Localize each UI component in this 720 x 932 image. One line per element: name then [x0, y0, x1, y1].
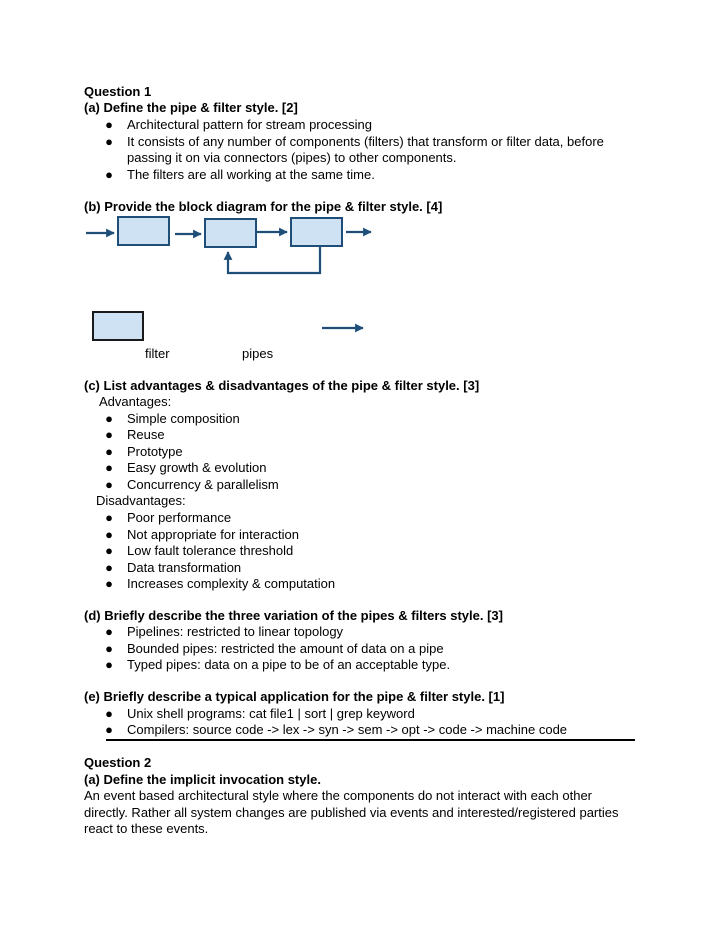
- list-item: Poor performance: [127, 510, 232, 525]
- list-item: Compilers: source code -> lex -> syn -> …: [127, 722, 568, 737]
- legend-filter-label: filter: [145, 346, 170, 361]
- list-item: Typed pipes: data on a pipe to be of an …: [127, 657, 451, 672]
- bullet-icon: ●: [105, 576, 113, 591]
- bullet-icon: ●: [105, 657, 113, 672]
- q2a-answer-line: directly. Rather all system changes are …: [84, 805, 619, 820]
- filter-box-1: [117, 216, 170, 246]
- list-item: Concurrency & parallelism: [127, 477, 279, 492]
- list-item: Pipelines: restricted to linear topology: [127, 624, 344, 639]
- q1d-heading: (d) Briefly describe the three variation…: [84, 608, 503, 623]
- bullet-icon: ●: [105, 427, 113, 442]
- list-item: Bounded pipes: restricted the amount of …: [127, 641, 444, 656]
- bullet-icon: ●: [105, 527, 113, 542]
- q2a-answer-line: An event based architectural style where…: [84, 788, 593, 803]
- bullet-icon: ●: [105, 460, 113, 475]
- bullet-icon: ●: [105, 543, 113, 558]
- bullet-icon: ●: [105, 641, 113, 656]
- advantages-label: Advantages:: [99, 394, 172, 409]
- bullet-icon: ●: [105, 624, 113, 639]
- list-item: Not appropriate for interaction: [127, 527, 299, 542]
- bullet-icon: ●: [105, 722, 113, 737]
- list-item: Increases complexity & computation: [127, 576, 336, 591]
- bullet-icon: ●: [105, 444, 113, 459]
- list-item: Prototype: [127, 444, 183, 459]
- q2a-heading: (a) Define the implicit invocation style…: [84, 772, 321, 787]
- filter-box-3: [290, 217, 343, 247]
- bullet-icon: ●: [105, 411, 113, 426]
- q1e-heading: (e) Briefly describe a typical applicati…: [84, 689, 505, 704]
- bullet-icon: ●: [105, 560, 113, 575]
- disadvantages-label: Disadvantages:: [96, 493, 186, 508]
- bullet-icon: ●: [105, 510, 113, 525]
- legend-pipes-label: pipes: [242, 346, 274, 361]
- list-item: Data transformation: [127, 560, 242, 575]
- q1c-heading: (c) List advantages & disadvantages of t…: [84, 378, 480, 393]
- list-item: Low fault tolerance threshold: [127, 543, 294, 558]
- question-2-title: Question 2: [84, 755, 152, 770]
- pipe-arrow-feedback: [223, 246, 322, 275]
- bullet-icon: ●: [105, 477, 113, 492]
- legend-filter-box: [92, 311, 144, 341]
- bullet-icon: ●: [105, 706, 113, 721]
- q2a-answer-line: react to these events.: [84, 821, 209, 836]
- filter-box-2: [204, 218, 257, 248]
- section-divider: [106, 739, 635, 741]
- list-item: Unix shell programs: cat file1 | sort | …: [127, 706, 415, 721]
- list-item: Reuse: [127, 427, 165, 442]
- list-item: Simple composition: [127, 411, 240, 426]
- list-item: Easy growth & evolution: [127, 460, 267, 475]
